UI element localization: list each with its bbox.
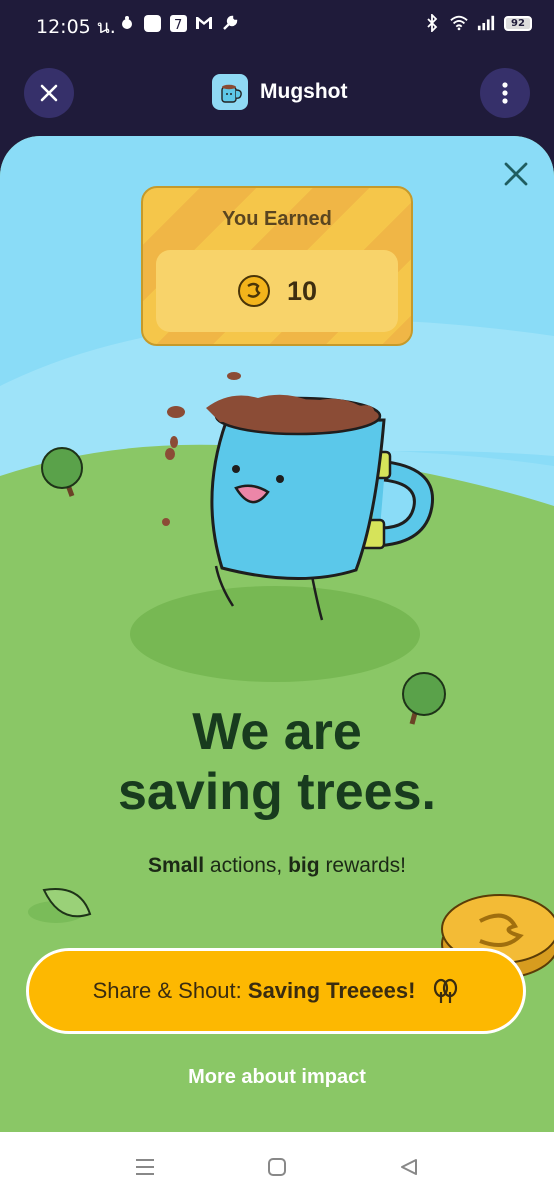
reward-card: You Earned 10 (141, 186, 413, 346)
app-title: Mugshot (212, 74, 347, 110)
back-triangle-icon (401, 1159, 417, 1175)
more-options-button[interactable] (480, 68, 530, 118)
reward-amount-box: 10 (156, 250, 398, 332)
trees-icon (434, 978, 458, 1003)
battery-icon: 92 (504, 15, 532, 31)
seven-eleven-icon: 7 (169, 14, 187, 32)
close-sheet-button[interactable] (496, 154, 536, 194)
coin-icon (237, 275, 270, 307)
headline: We are saving trees. (0, 702, 554, 822)
line-app-icon (118, 14, 136, 32)
svg-text:7: 7 (174, 18, 182, 32)
reward-amount: 10 (286, 275, 318, 306)
tagline: Small actions, big rewards! (0, 854, 554, 878)
tagline-end: rewards! (319, 854, 406, 877)
menu-lines-icon (136, 1159, 154, 1175)
tagline-big: big (288, 854, 320, 877)
app-notification-icon (144, 14, 161, 32)
headline-line-1: We are (192, 703, 362, 761)
signal-icon (477, 14, 495, 32)
home-button[interactable] (262, 1152, 292, 1182)
vertical-dots-icon (502, 82, 508, 104)
reward-label: You Earned (222, 208, 332, 230)
share-button-prefix: Share & Shout: (92, 978, 248, 1003)
close-icon (504, 162, 528, 186)
wrench-icon (221, 14, 239, 32)
share-button-label: Share & Shout: Saving Treeees! (93, 978, 416, 1004)
share-shout-button[interactable]: Share & Shout: Saving Treeees! (26, 948, 526, 1034)
bluetooth-icon (423, 14, 441, 32)
tagline-small: Small (148, 854, 205, 877)
status-time: 12:05 น. (36, 16, 116, 38)
gmail-icon (195, 14, 213, 32)
system-status-icons: 92 (423, 14, 532, 32)
close-app-button[interactable] (24, 68, 74, 118)
home-square-icon (268, 1158, 286, 1176)
share-button-bold: Saving Treeees! (247, 978, 416, 1003)
app-name: Mugshot (260, 80, 348, 103)
status-bar: 12:05 น. 7 92 (0, 0, 554, 52)
wifi-icon (450, 14, 468, 32)
app-header: Mugshot (0, 52, 554, 136)
back-button[interactable] (394, 1152, 424, 1182)
close-icon (40, 84, 58, 102)
notification-icons: 7 (118, 14, 239, 32)
recent-apps-button[interactable] (130, 1152, 160, 1182)
system-navigation-bar (0, 1132, 554, 1200)
more-about-impact-link[interactable]: More about impact (0, 1066, 554, 1089)
tagline-middle: actions, (204, 854, 289, 877)
impact-sheet: You Earned 10 We are saving trees. Small… (0, 136, 554, 1132)
mugshot-logo-icon (212, 74, 248, 110)
headline-line-2: saving trees. (118, 763, 436, 821)
